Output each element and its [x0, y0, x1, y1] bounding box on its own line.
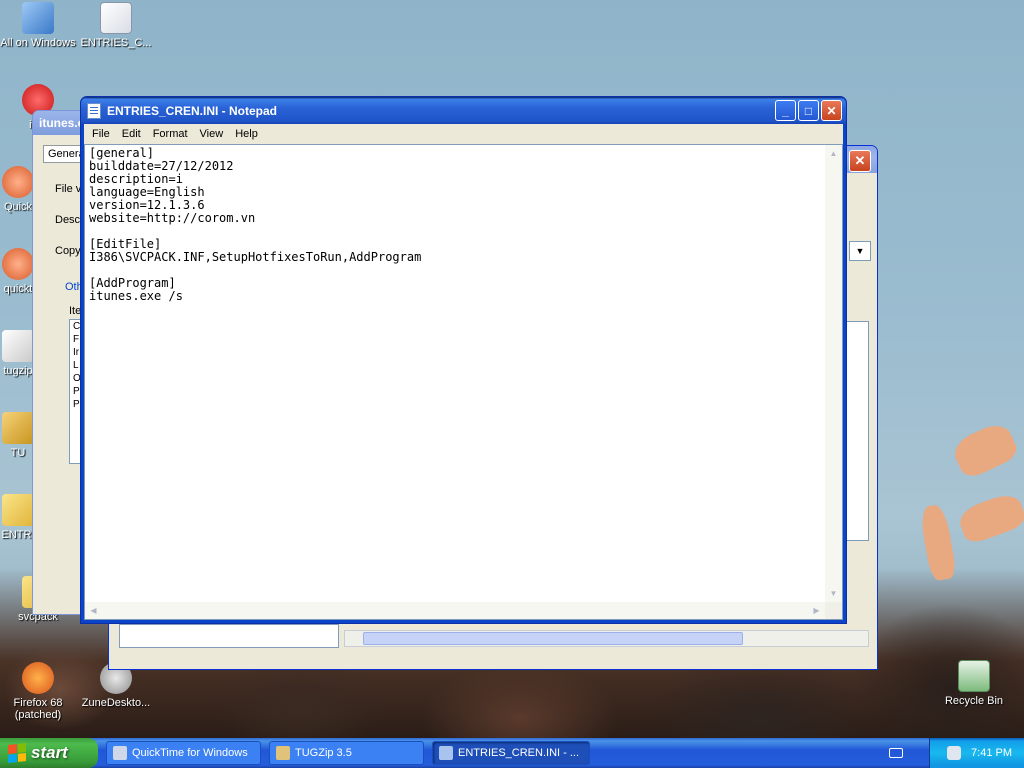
background-textbox[interactable] [119, 624, 339, 648]
label-copyright: Copy [55, 245, 81, 257]
task-notepad[interactable]: ENTRIES_CREN.INI - ... [432, 741, 590, 765]
menu-view[interactable]: View [194, 128, 230, 140]
start-label: start [31, 743, 68, 762]
task-label: TUGZip 3.5 [295, 747, 352, 759]
horizontal-scrollbar[interactable]: ◀ ▶ [85, 602, 825, 619]
scroll-down-icon[interactable]: ▼ [826, 586, 841, 601]
desktop-icon-entries[interactable]: ENTRIES_C... [78, 2, 154, 49]
computer-icon [22, 2, 54, 34]
start-button[interactable]: start [0, 738, 98, 768]
maximize-button[interactable]: □ [798, 100, 819, 121]
label-description: Desc [55, 214, 81, 226]
desktop-icon-label: ZuneDeskto... [81, 697, 151, 709]
menu-file[interactable]: File [86, 128, 116, 140]
wallpaper-hand [955, 490, 1024, 546]
desktop-icon-label: Recycle Bin [944, 695, 1004, 707]
notepad-titlebar[interactable]: ENTRIES_CREN.INI - Notepad _ □ ✕ [81, 97, 846, 124]
desktop-icon-all-on-windows[interactable]: All on Windows [0, 2, 76, 49]
background-dropdown[interactable]: ▼ [849, 241, 871, 261]
desktop-icon-label: Firefox 68 (patched) [13, 697, 63, 721]
notepad-icon [87, 102, 101, 119]
quicktime-icon [2, 166, 34, 198]
scroll-thumb[interactable] [363, 632, 743, 645]
task-quicktime[interactable]: QuickTime for Windows [106, 741, 261, 765]
menu-format[interactable]: Format [147, 128, 194, 140]
menu-edit[interactable]: Edit [116, 128, 147, 140]
quicktime-icon [113, 746, 127, 760]
network-icon[interactable] [947, 746, 962, 760]
firefox-icon [22, 662, 54, 694]
notepad-icon [439, 746, 453, 760]
desktop-icon-recycle-bin[interactable]: Recycle Bin [936, 660, 1012, 707]
notepad-title: ENTRIES_CREN.INI - Notepad [107, 103, 278, 118]
close-button[interactable]: ✕ [821, 100, 842, 121]
windows-logo-icon [8, 743, 26, 763]
background-hscroll[interactable] [344, 630, 869, 647]
resize-grip[interactable] [825, 602, 842, 619]
desktop-icon-firefox[interactable]: Firefox 68 (patched) [0, 662, 76, 721]
system-tray: 7:41 PM [929, 738, 1024, 768]
task-label: ENTRIES_CREN.INI - ... [458, 747, 580, 759]
desktop-icon-label: All on Windows [0, 37, 76, 49]
minimize-button[interactable]: _ [775, 100, 796, 121]
task-tugzip[interactable]: TUGZip 3.5 [269, 741, 424, 765]
archive-icon [2, 330, 34, 362]
properties-title: itunes.e [39, 116, 85, 130]
menu-bar: File Edit Format View Help [81, 124, 846, 144]
editor-text[interactable]: [general] builddate=27/12/2012 descripti… [89, 147, 820, 599]
desktop-icon-label: ENTRIES_C... [80, 37, 152, 49]
folder-icon [2, 494, 34, 526]
taskbar: start QuickTime for Windows TUGZip 3.5 E… [0, 738, 1024, 768]
keyboard-icon[interactable] [889, 748, 903, 758]
properties-titlebar: itunes.e [33, 111, 87, 135]
scroll-left-icon[interactable]: ◀ [86, 603, 101, 618]
text-editor[interactable]: [general] builddate=27/12/2012 descripti… [84, 144, 843, 620]
close-icon[interactable]: ✕ [849, 150, 871, 172]
scroll-right-icon[interactable]: ▶ [809, 603, 824, 618]
archive-icon [276, 746, 290, 760]
recycle-bin-icon [958, 660, 990, 692]
menu-help[interactable]: Help [229, 128, 264, 140]
scroll-up-icon[interactable]: ▲ [826, 146, 841, 161]
notepad-window: ENTRIES_CREN.INI - Notepad _ □ ✕ File Ed… [80, 96, 847, 624]
wallpaper-hand [949, 419, 1021, 481]
shortcut-icon [2, 412, 34, 444]
ini-file-icon [100, 2, 132, 34]
task-label: QuickTime for Windows [132, 747, 248, 759]
quicktime-icon [2, 248, 34, 280]
clock[interactable]: 7:41 PM [971, 747, 1012, 759]
vertical-scrollbar[interactable]: ▲ ▼ [825, 145, 842, 602]
label-file-version: File v [55, 183, 82, 195]
